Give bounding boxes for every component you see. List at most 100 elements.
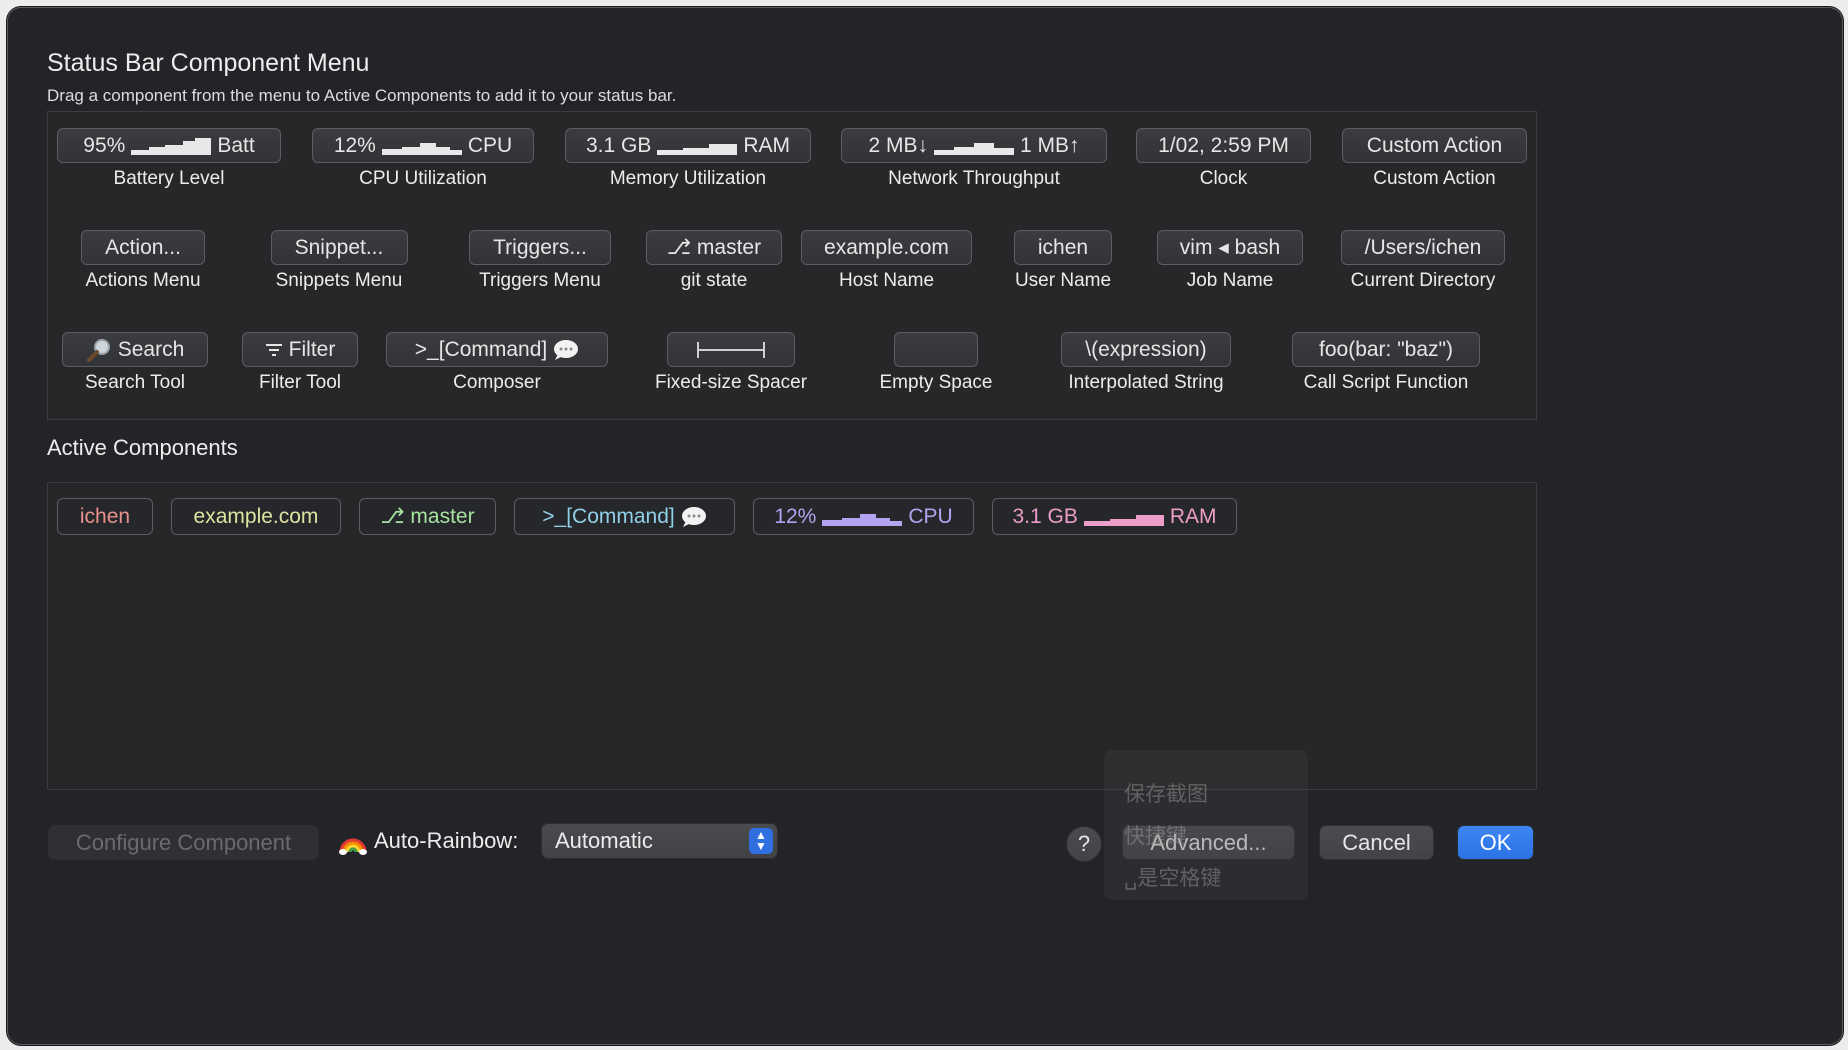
- active-memory-suffix: RAM: [1169, 504, 1217, 528]
- component-battery-level[interactable]: 95% Batt Battery Level: [57, 128, 281, 190]
- triggers-pill[interactable]: Triggers...: [469, 230, 611, 265]
- component-triggers-menu[interactable]: Triggers... Triggers Menu: [465, 230, 615, 292]
- ok-button[interactable]: OK: [1457, 825, 1534, 860]
- caption-current-directory: Current Directory: [1350, 270, 1496, 291]
- caption-composer: Composer: [453, 372, 541, 393]
- component-network-throughput[interactable]: 2 MB↓ 1 MB↑ Network Throughput: [841, 128, 1107, 190]
- git-state-pill[interactable]: ⎇ master: [646, 230, 782, 265]
- active-cpu-suffix: CPU: [908, 504, 953, 528]
- battery-sparkline-icon: [131, 137, 212, 155]
- memory-sparkline-icon: [657, 137, 738, 155]
- component-fixed-size-spacer[interactable]: Fixed-size Spacer: [638, 332, 824, 394]
- caption-empty-space: Empty Space: [879, 372, 993, 393]
- snippets-pill[interactable]: Snippet...: [270, 230, 408, 265]
- component-cpu-utilization[interactable]: 12% CPU CPU Utilization: [312, 128, 534, 190]
- interpolated-string-pill[interactable]: \(expression): [1061, 332, 1231, 367]
- active-memory-utilization[interactable]: 3.1 GB RAM: [992, 498, 1237, 535]
- component-composer[interactable]: >_[Command] Composer: [386, 332, 608, 394]
- active-composer[interactable]: >_[Command]: [514, 498, 735, 535]
- clock-pill[interactable]: 1/02, 2:59 PM: [1136, 128, 1311, 163]
- configure-component-button[interactable]: Configure Component: [48, 825, 319, 860]
- caption-fixed-size-spacer: Fixed-size Spacer: [654, 372, 808, 393]
- component-actions-menu[interactable]: Action... Actions Menu: [68, 230, 218, 292]
- network-down: 2 MB↓: [868, 133, 928, 157]
- caption-search-tool: Search Tool: [85, 372, 185, 393]
- active-git-state[interactable]: ⎇ master: [359, 498, 496, 535]
- cancel-button[interactable]: Cancel: [1319, 825, 1434, 860]
- component-custom-action[interactable]: Custom Action Custom Action: [1342, 128, 1527, 190]
- rainbow-icon: [339, 838, 367, 855]
- component-current-directory[interactable]: /Users/ichen Current Directory: [1338, 230, 1508, 292]
- custom-action-pill[interactable]: Custom Action: [1342, 128, 1527, 163]
- overlay-line-3: ␣是空格键: [1124, 867, 1222, 890]
- active-memory-value: 3.1 GB: [1012, 504, 1078, 528]
- memory-suffix: RAM: [743, 133, 791, 157]
- memory-pill[interactable]: 3.1 GB RAM: [565, 128, 811, 163]
- network-pill[interactable]: 2 MB↓ 1 MB↑: [841, 128, 1107, 163]
- window-subtitle: Drag a component from the menu to Active…: [47, 86, 677, 105]
- auto-rainbow-select[interactable]: Automatic ▲ ▼: [541, 823, 778, 859]
- auto-rainbow-label: Auto-Rainbow:: [374, 828, 519, 853]
- active-cpu-utilization[interactable]: 12% CPU: [753, 498, 974, 535]
- active-cpu-sparkline-icon: [822, 508, 903, 526]
- screenshot-hint-overlay: 保存截图 快捷键 ␣是空格键: [1104, 750, 1308, 900]
- spacer-pill[interactable]: [667, 332, 795, 367]
- help-button[interactable]: ?: [1066, 826, 1102, 862]
- search-pill[interactable]: Search: [62, 332, 208, 367]
- component-user-name[interactable]: ichen User Name: [1003, 230, 1123, 292]
- caption-snippets-menu: Snippets Menu: [275, 270, 403, 291]
- status-bar-settings-window: Status Bar Component Menu Drag a compone…: [7, 7, 1843, 1045]
- chevron-updown-icon: ▲ ▼: [749, 828, 773, 854]
- active-composer-label: >_[Command]: [542, 504, 675, 528]
- magnifier-icon: [86, 338, 110, 362]
- composer-pill[interactable]: >_[Command]: [386, 332, 608, 367]
- component-git-state[interactable]: ⎇ master git state: [646, 230, 782, 292]
- call-script-pill[interactable]: foo(bar: "baz"): [1292, 332, 1480, 367]
- caption-clock: Clock: [1199, 168, 1248, 189]
- component-snippets-menu[interactable]: Snippet... Snippets Menu: [265, 230, 413, 292]
- component-job-name[interactable]: vim ◂ bash Job Name: [1156, 230, 1304, 292]
- filter-icon: [265, 343, 282, 356]
- active-cpu-percent: 12%: [774, 504, 817, 528]
- memory-value: 3.1 GB: [585, 133, 652, 157]
- caption-job-name: Job Name: [1186, 270, 1274, 291]
- active-host-name[interactable]: example.com: [171, 498, 341, 535]
- component-clock[interactable]: 1/02, 2:59 PM Clock: [1136, 128, 1311, 190]
- network-sparkline-icon: [934, 137, 1014, 155]
- overlay-line-1: 保存截图: [1124, 783, 1208, 806]
- composer-pill-label: >_[Command]: [414, 337, 548, 361]
- component-call-script-function[interactable]: foo(bar: "baz") Call Script Function: [1286, 332, 1486, 394]
- battery-pill[interactable]: 95% Batt: [57, 128, 281, 163]
- cpu-sparkline-icon: [381, 137, 462, 155]
- host-name-pill[interactable]: example.com: [801, 230, 972, 265]
- caption-call-script-function: Call Script Function: [1303, 372, 1469, 393]
- empty-space-pill[interactable]: [894, 332, 978, 367]
- component-empty-space[interactable]: Empty Space: [866, 332, 1006, 394]
- current-directory-pill[interactable]: /Users/ichen: [1341, 230, 1505, 265]
- caption-network-throughput: Network Throughput: [888, 168, 1060, 189]
- battery-percent: 95%: [83, 133, 126, 157]
- component-host-name[interactable]: example.com Host Name: [801, 230, 972, 292]
- auto-rainbow-value: Automatic: [555, 828, 653, 853]
- active-components-title: Active Components: [47, 435, 238, 460]
- caption-host-name: Host Name: [838, 270, 935, 291]
- component-interpolated-string[interactable]: \(expression) Interpolated String: [1048, 332, 1244, 394]
- component-search-tool[interactable]: Search Search Tool: [62, 332, 208, 394]
- caption-triggers-menu: Triggers Menu: [479, 270, 601, 291]
- caption-custom-action: Custom Action: [1373, 168, 1496, 189]
- cpu-pill[interactable]: 12% CPU: [312, 128, 534, 163]
- user-name-pill[interactable]: ichen: [1014, 230, 1112, 265]
- search-pill-label: Search: [117, 337, 185, 361]
- window-title: Status Bar Component Menu: [47, 49, 370, 77]
- component-memory-utilization[interactable]: 3.1 GB RAM Memory Utilization: [565, 128, 811, 190]
- component-filter-tool[interactable]: Filter Filter Tool: [242, 332, 358, 394]
- active-user-name[interactable]: ichen: [57, 498, 153, 535]
- job-name-pill[interactable]: vim ◂ bash: [1157, 230, 1303, 265]
- actions-pill[interactable]: Action...: [81, 230, 205, 265]
- speech-bubble-icon: [681, 506, 706, 527]
- overlay-line-2: 快捷键: [1124, 825, 1187, 848]
- battery-suffix: Batt: [217, 133, 255, 157]
- caption-cpu-utilization: CPU Utilization: [359, 168, 487, 189]
- filter-pill[interactable]: Filter: [242, 332, 358, 367]
- caption-battery-level: Battery Level: [113, 168, 225, 189]
